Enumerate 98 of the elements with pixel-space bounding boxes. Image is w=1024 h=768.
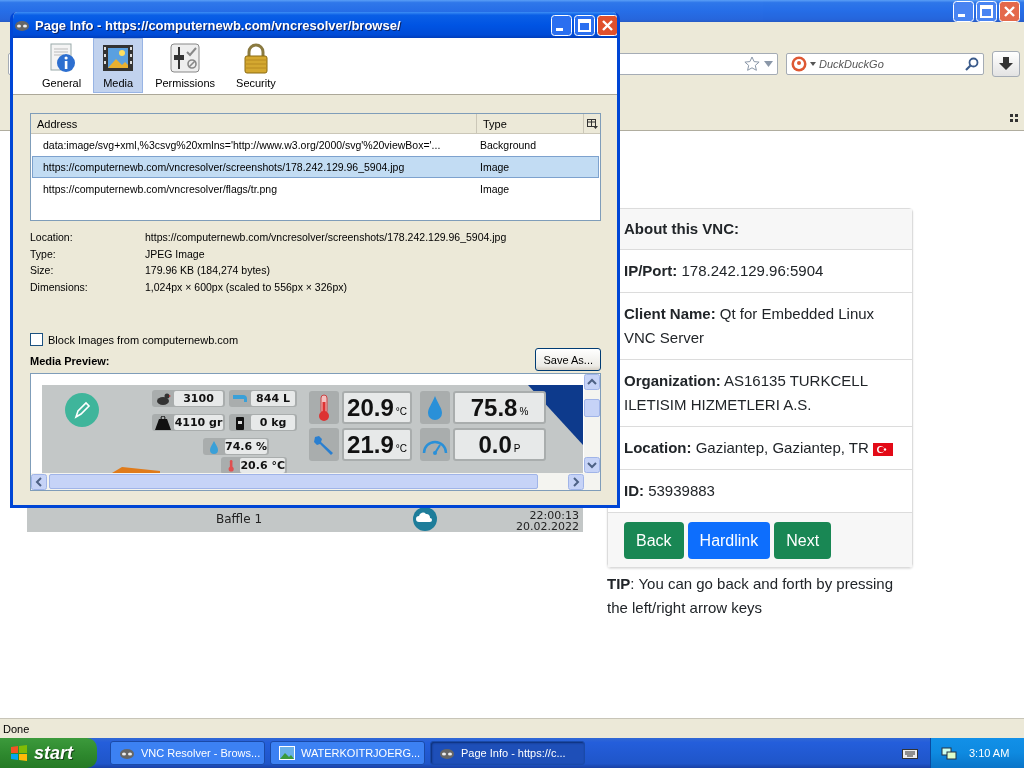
checkbox-label[interactable]: Block Images from computernewb.com: [48, 333, 239, 346]
maximize-icon[interactable]: [574, 14, 595, 36]
toolbar-tab[interactable]: Media: [93, 38, 144, 93]
screenshot-time: 22:00:13: [529, 510, 579, 521]
search-icon[interactable]: [965, 57, 979, 71]
table-row[interactable]: https://computernewb.com/vncresolver/screenshots/178.242.129.96_5904.jpg Image: [32, 156, 599, 178]
scroll-left-icon[interactable]: [31, 473, 47, 490]
readout-unit: °C: [395, 443, 407, 454]
detail-label: Type:: [30, 247, 57, 261]
cloud-icon: [413, 507, 437, 531]
detail-value: 179.96 KB (184,274 bytes): [145, 264, 271, 278]
info-text: Location: Gaziantep, Gaziantep, TR: [624, 439, 869, 456]
sliders-icon: [169, 42, 202, 74]
caret-icon[interactable]: [810, 62, 816, 66]
window-title: Page Info - https://computernewb.com/vncresolver/browse/: [35, 17, 402, 33]
column-header[interactable]: Address: [31, 114, 477, 133]
detail-label: Dimensions:: [30, 280, 89, 294]
screenshot-date: 20.02.2022: [516, 521, 579, 532]
readout-value: 21.9: [347, 430, 394, 459]
status-text: Done: [3, 721, 30, 736]
detail-label: Location:: [30, 231, 74, 245]
table-cell-text: https://computernewb.com/vncresolver/flags/tr.png: [42, 183, 279, 195]
table-cell-text: Image: [479, 161, 511, 173]
scroll-thumb[interactable]: [584, 398, 600, 417]
weight-icon: [154, 415, 172, 430]
table-cell-text: data:image/svg+xml,%3csvg%20xmlns='http://www.w3.org/2000/svg'%20viewBox='...: [42, 139, 442, 151]
star-icon[interactable]: [744, 56, 760, 72]
detail-value: https://computernewb.com/vncresolver/screenshots/178.242.129.96_5904.jpg: [145, 231, 508, 245]
picture-file-icon: [279, 746, 295, 760]
readout-unit: P: [513, 443, 521, 454]
save-button[interactable]: Save As...: [535, 348, 601, 371]
readout-value: 74.6 %: [225, 439, 267, 454]
minimize-icon[interactable]: [953, 0, 974, 22]
app-icon: [439, 746, 455, 760]
network-icon[interactable]: [941, 745, 957, 761]
nav-button[interactable]: Back: [624, 522, 684, 559]
readout-unit: %: [519, 406, 529, 417]
readout-value: 3100: [174, 391, 223, 406]
table-cell-text: https://computernewb.com/vncresolver/screenshots/178.242.129.96_5904.jpg: [42, 161, 406, 173]
nav-button[interactable]: Next: [774, 522, 832, 559]
bird-icon: [154, 391, 172, 406]
toolbar-tab[interactable]: General: [33, 38, 91, 93]
table-row[interactable]: https://computernewb.com/vncresolver/flags/tr.png Image: [32, 178, 599, 200]
drop-icon: [426, 394, 444, 421]
hardlink-button[interactable]: Hardlink: [687, 522, 771, 559]
flag-icon: [872, 442, 893, 456]
scroll-thumb[interactable]: [49, 474, 538, 489]
column-header[interactable]: Type: [477, 114, 584, 133]
info-text: Client Name: Qt for Embedded Linux VNC Server: [624, 305, 875, 346]
grid-icon[interactable]: [1010, 114, 1018, 122]
info-text: Organization: AS16135 TURKCELL ILETISIM HIZMETLERI A.S.: [624, 372, 868, 413]
table-cell-text: Background: [479, 139, 538, 151]
search-field[interactable]: DuckDuckGo: [786, 53, 984, 75]
toolbar-tab[interactable]: Permissions: [146, 38, 225, 93]
triangle-banner: [528, 385, 583, 445]
readout-value: 0.0: [478, 430, 512, 459]
start-button[interactable]: start: [0, 738, 97, 768]
checkbox[interactable]: [30, 333, 43, 346]
taskbar-button[interactable]: WATERKOITRJOERG...: [270, 741, 425, 765]
readout-value: 0 kg: [251, 415, 295, 430]
minimize-icon[interactable]: [551, 14, 572, 36]
info-text: IP/Port: 178.242.129.96:5904: [624, 262, 824, 279]
toolbar-tab[interactable]: Security: [227, 38, 285, 93]
readout-value: 4110 gr: [174, 415, 223, 430]
detail-label: Size:: [30, 264, 55, 278]
column-picker-icon[interactable]: [586, 118, 598, 129]
clock: 3:10 AM: [969, 747, 1010, 759]
scroll-down-icon[interactable]: [584, 457, 600, 473]
readout-unit: °C: [395, 406, 407, 417]
close-icon[interactable]: [999, 0, 1020, 22]
dropdown-icon[interactable]: [764, 61, 773, 67]
section-label: Media Preview:: [30, 355, 111, 367]
detail-value: JPEG Image: [145, 247, 206, 261]
film-icon: [102, 42, 135, 74]
readout-value: 20.9: [347, 393, 394, 422]
close-icon[interactable]: [597, 14, 617, 36]
roof-shape: [112, 467, 160, 473]
app-icon: [119, 746, 135, 760]
download-icon: [999, 57, 1013, 71]
scroll-up-icon[interactable]: [584, 374, 600, 390]
screenshot-label: Baffle 1: [215, 512, 264, 526]
readout-value: 20.6 °C: [240, 458, 285, 473]
readout-value: 844 L: [251, 391, 295, 406]
detail-value: 1,024px × 600px (scaled to 556px × 326px): [145, 280, 348, 294]
table-row[interactable]: data:image/svg+xml,%3csvg%20xmlns='http://www.w3.org/2000/svg'%20viewBox='... Background: [32, 134, 599, 156]
tip-text: TIP: You can go back and forth by pressing the left/right arrow keys: [607, 574, 895, 618]
info-text: ID: 53939883: [624, 482, 715, 499]
pencil-icon: [65, 393, 99, 427]
maximize-icon[interactable]: [976, 0, 997, 22]
thermometer-icon: [316, 393, 332, 422]
taskbar-button[interactable]: VNC Resolver - Brows...: [110, 741, 265, 765]
scroll-right-icon[interactable]: [568, 473, 584, 490]
readout-value: 75.8: [470, 393, 518, 422]
keyboard-icon[interactable]: [902, 747, 918, 759]
taskbar-button[interactable]: Page Info - https://c...: [430, 741, 585, 765]
download-button[interactable]: [992, 51, 1020, 77]
table-cell-text: Image: [479, 183, 511, 195]
windows-logo-icon: [10, 745, 28, 761]
